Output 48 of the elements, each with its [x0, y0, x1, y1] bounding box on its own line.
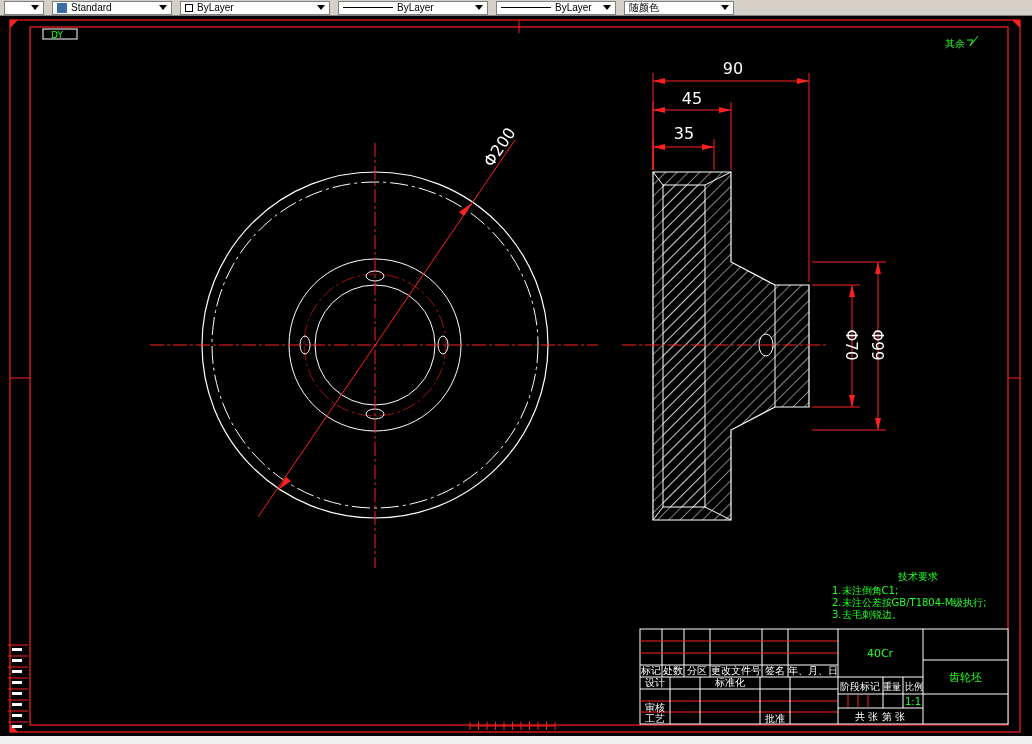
table-label: 标准化: [715, 677, 745, 688]
table-label: 更改文件号: [711, 665, 761, 676]
dimension-text: 90: [722, 59, 744, 78]
table-label: 设计: [645, 677, 665, 688]
table-label: 阶段标记: [840, 681, 880, 692]
dimension-text: Φ99: [868, 329, 886, 361]
table-label: 年、月、日: [788, 665, 838, 676]
surface-roughness-icon: [966, 35, 979, 47]
dropdown[interactable]: ByLayer: [180, 0, 330, 15]
roughness-note: 其余: [945, 38, 965, 49]
dropdown[interactable]: ByLayer: [338, 0, 488, 15]
linetype-preview-icon: [501, 7, 551, 8]
text-style-icon: [57, 2, 67, 13]
requirement-text: 3.去毛刺锐边。: [832, 609, 902, 620]
part-name: 齿轮坯: [948, 671, 982, 684]
requirement-text: 1.未注倒角C1;: [832, 585, 899, 596]
requirement-text: 2.未注公差按GB/T1804-M级执行;: [832, 597, 987, 608]
material-text: 40Cr: [866, 647, 894, 660]
dropdown[interactable]: Standard: [52, 0, 172, 15]
table-label: 分区: [687, 665, 707, 676]
table-label: 批准: [765, 713, 785, 724]
dimension-text: Φ70: [842, 329, 860, 361]
linetype-preview-icon: [343, 7, 393, 8]
caret-icon: [721, 5, 729, 10]
color-swatch-icon: [185, 3, 193, 12]
dropdown[interactable]: ByLayer: [496, 0, 616, 15]
stage-marks-drawing: [847, 694, 869, 708]
sheet-count-label: 共 张 第 张: [855, 711, 905, 722]
dimension-text: 35: [673, 124, 695, 143]
dropdown[interactable]: 随颜色: [624, 0, 734, 15]
dropdown[interactable]: [4, 0, 44, 15]
caret-icon: [603, 5, 611, 10]
scale-value: 1:1: [904, 696, 922, 707]
table-label: 签名: [765, 665, 785, 676]
table-label: 审核: [645, 702, 665, 713]
caret-icon: [31, 5, 39, 10]
tag-label: DY: [51, 30, 63, 40]
caret-icon: [317, 5, 325, 10]
table-label: 标记: [641, 665, 661, 676]
table-label: 工艺: [645, 713, 665, 724]
caret-icon: [159, 5, 167, 10]
table-label: 处数: [663, 665, 683, 676]
table-label: 重量: [883, 681, 903, 692]
requirements-title: 技术要求: [898, 571, 938, 582]
tag-box: [42, 28, 78, 40]
dimension-text: 45: [681, 89, 703, 108]
table-label: 比例: [905, 681, 925, 692]
caret-icon: [475, 5, 483, 10]
